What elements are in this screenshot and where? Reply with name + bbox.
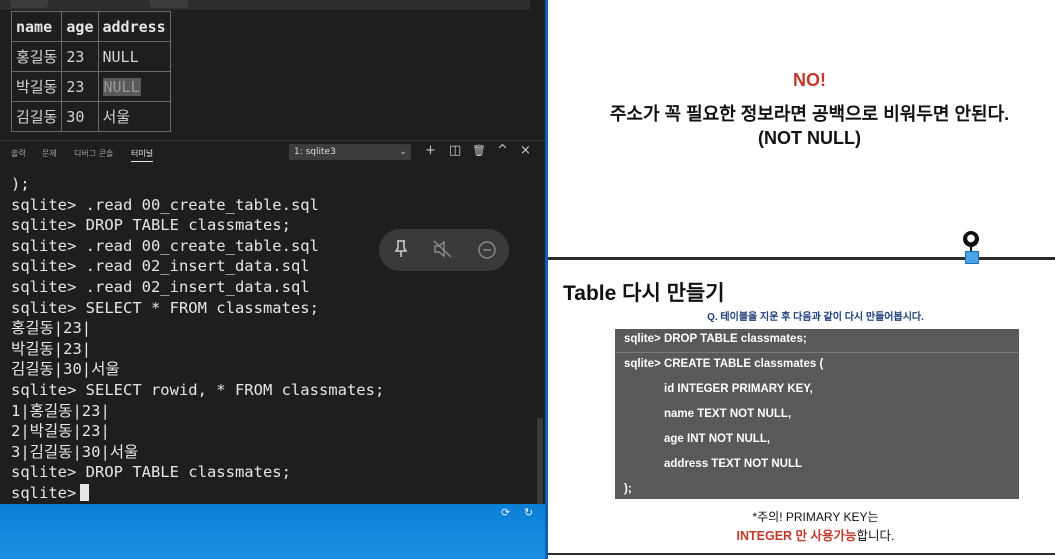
- minus-circle-icon[interactable]: [477, 240, 497, 260]
- remote-icon[interactable]: ⟳: [501, 506, 510, 519]
- code-line: age INT NOT NULL,: [664, 433, 771, 445]
- note-highlight: INTEGER 만 사용가능: [736, 529, 857, 543]
- editor-window: name age address 홍길동 23 NULL 박길동 23 NULL…: [0, 0, 545, 559]
- slide-title: Table 다시 만들기: [563, 282, 725, 305]
- code-divider: [615, 352, 1019, 353]
- tab-debug-console[interactable]: 디버그 콘솔: [74, 148, 113, 159]
- column-header-name: name: [10, 11, 63, 42]
- panel-tab-bar: 출력 문제 디버그 콘솔 터미널 1: sqlite3 ⌄ + ◫ 🗑 ^ ×: [0, 140, 545, 163]
- tab-stub[interactable]: [10, 0, 48, 8]
- slide-note: *주의! PRIMARY KEY는: [752, 510, 879, 524]
- editor-tab-strip: [0, 0, 530, 10]
- query-result-table: name age address 홍길동 23 NULL 박길동 23 NULL…: [10, 11, 171, 132]
- trash-icon[interactable]: 🗑: [472, 143, 486, 159]
- table-row: 박길동 23 NULL: [10, 71, 171, 102]
- slide-viewer: NO! 주소가 꼭 필요한 정보라면 공백으로 비워두면 안된다. (NOT N…: [548, 0, 1055, 559]
- code-line: sqlite> DROP TABLE classmates;: [624, 333, 807, 345]
- cell-age: 23: [61, 41, 99, 72]
- terminal-line: 2|박길동|23|: [11, 422, 110, 441]
- cell-address: 서울: [97, 101, 171, 132]
- column-header-age: age: [61, 11, 99, 42]
- terminal-line: );: [11, 175, 30, 193]
- terminal-line: 박길동|23|: [11, 339, 92, 358]
- chevron-down-icon: ⌄: [399, 147, 407, 157]
- terminal-line: 홍길동|23|: [11, 319, 92, 338]
- slide-note-emphasis: INTEGER 만 사용가능합니다.: [548, 525, 1055, 544]
- terminal-line: sqlite> .read 00_create_table.sql: [11, 195, 319, 214]
- location-pin-icon[interactable]: ●: [963, 231, 979, 247]
- terminal-scrollbar[interactable]: [537, 418, 543, 504]
- tab-terminal[interactable]: 터미널: [131, 148, 154, 162]
- terminal-output[interactable]: ); sqlite> .read 00_create_table.sql sql…: [11, 174, 384, 504]
- table-header-row: name age address: [10, 11, 171, 42]
- terminal-line: sqlite> SELECT * FROM classmates;: [11, 298, 319, 317]
- cell-name: 박길동: [10, 71, 63, 102]
- table-row: 홍길동 23 NULL: [10, 41, 171, 72]
- slide-text-line: 주소가 꼭 필요한 정보라면 공백으로 비워두면 안된다.: [609, 104, 1010, 124]
- sql-code-box: sqlite> DROP TABLE classmates; sqlite> C…: [615, 329, 1019, 499]
- terminal-line: sqlite> .read 02_insert_data.sql: [11, 257, 310, 276]
- terminal-line: sqlite> .read 00_create_table.sql: [11, 236, 319, 255]
- terminal-line: sqlite> DROP TABLE classmates;: [11, 463, 291, 482]
- taskbar: ⟳ ↻: [0, 504, 545, 559]
- anchor-marker[interactable]: [965, 251, 979, 264]
- code-line: id INTEGER PRIMARY KEY,: [664, 383, 813, 395]
- split-terminal-icon[interactable]: ◫: [449, 143, 461, 159]
- pin-icon[interactable]: [391, 240, 411, 260]
- close-panel-icon[interactable]: ×: [520, 143, 531, 159]
- terminal-prompt: sqlite>: [11, 483, 77, 502]
- terminal-line: sqlite> .read 02_insert_data.sql: [11, 277, 310, 296]
- cell-address: NULL: [97, 41, 171, 72]
- slide-question: Q. 테이블을 지운 후 다음과 같이 다시 만들어봅시다.: [707, 312, 924, 323]
- tab-problems[interactable]: 문제: [42, 148, 57, 159]
- slide-text-line: (NOT NULL): [758, 128, 861, 148]
- tab-stub[interactable]: [150, 0, 188, 8]
- note-tail: 합니다.: [856, 529, 895, 543]
- tab-output[interactable]: 출력: [11, 148, 26, 159]
- code-line: sqlite> CREATE TABLE classmates (: [624, 358, 824, 370]
- maximize-panel-icon[interactable]: ^: [497, 143, 508, 159]
- add-terminal-icon[interactable]: +: [425, 143, 436, 159]
- slide-bottom-border: [548, 553, 1055, 555]
- cell-age: 23: [61, 71, 99, 102]
- slide-heading-no: NO!: [793, 70, 826, 90]
- cell-name: 홍길동: [10, 41, 63, 72]
- selected-text[interactable]: NULL: [102, 77, 141, 96]
- code-line: name TEXT NOT NULL,: [664, 408, 792, 420]
- cell-age: 30: [61, 101, 99, 132]
- mute-icon[interactable]: [433, 240, 453, 260]
- sync-icon[interactable]: ↻: [524, 506, 533, 519]
- table-row: 김길동 30 서울: [10, 101, 171, 132]
- terminal-line: 1|홍길동|23|: [11, 401, 110, 420]
- terminal-select-value: 1: sqlite3: [294, 147, 336, 157]
- terminal-line: sqlite> SELECT rowid, * FROM classmates;: [11, 380, 385, 399]
- code-line: );: [624, 483, 632, 495]
- floating-toolbar: [379, 229, 509, 271]
- cell-name: 김길동: [10, 101, 63, 132]
- terminal-prompt-line[interactable]: sqlite>: [11, 483, 384, 504]
- column-header-address: address: [97, 11, 171, 42]
- cell-address: NULL: [97, 71, 171, 102]
- terminal-line: 3|김길동|30|서울: [11, 442, 139, 461]
- code-line: address TEXT NOT NULL: [664, 458, 803, 470]
- text-cursor: [80, 483, 90, 501]
- terminal-line: sqlite> DROP TABLE classmates;: [11, 216, 291, 235]
- slide-not-null: NO! 주소가 꼭 필요한 정보라면 공백으로 비워두면 안된다. (NOT N…: [548, 0, 1055, 257]
- terminal-select[interactable]: 1: sqlite3 ⌄: [289, 144, 411, 160]
- terminal-line: 김길동|30|서울: [11, 360, 120, 379]
